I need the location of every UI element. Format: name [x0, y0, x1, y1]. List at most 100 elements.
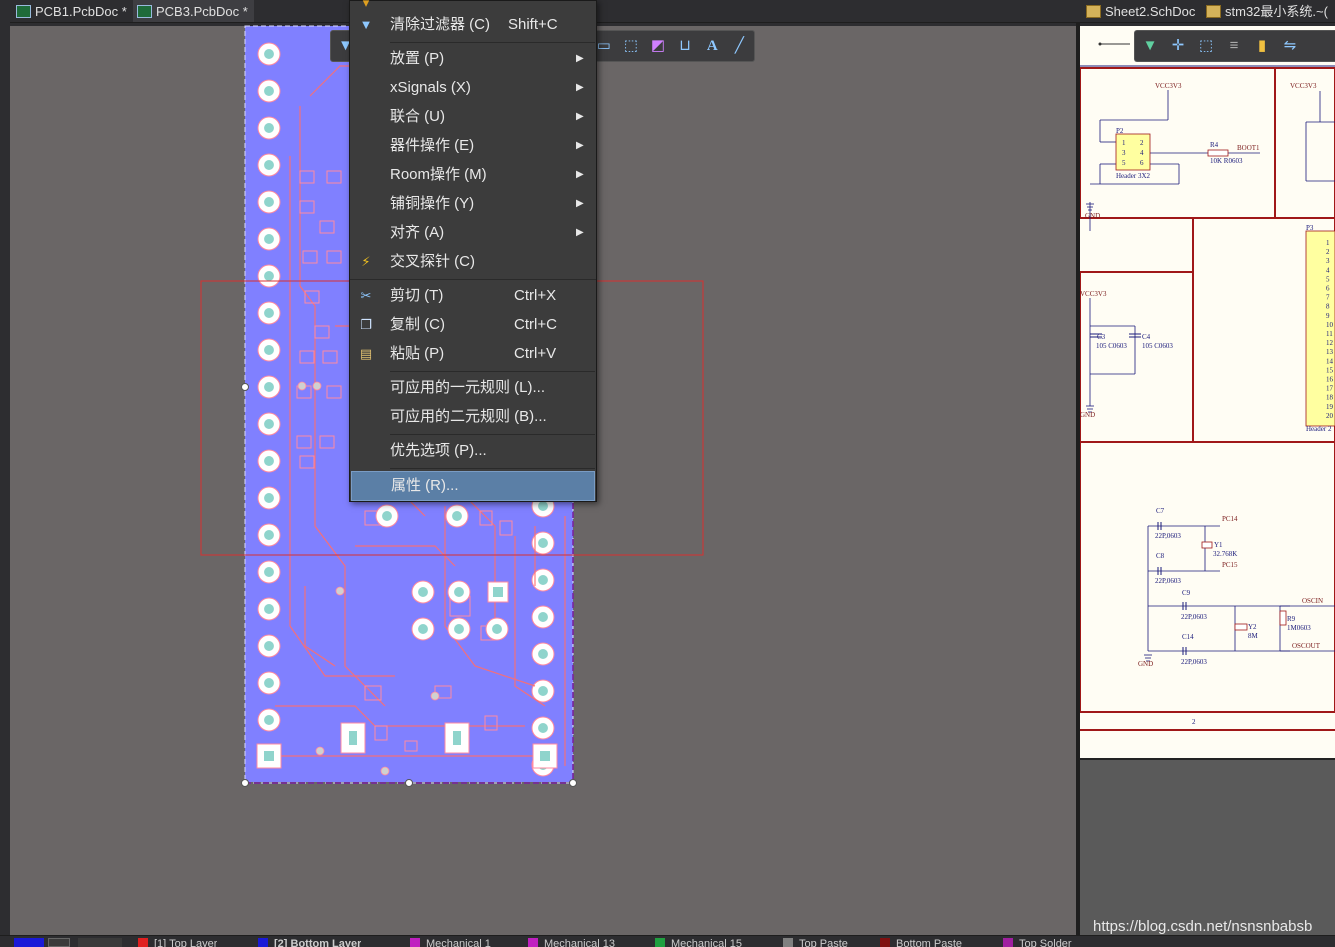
comment-y2: 8M — [1248, 632, 1259, 640]
designator-y2: Y2 — [1248, 623, 1257, 631]
menu-item-shortcut: Ctrl+X — [514, 287, 557, 304]
submenu-arrow-icon: ▶ — [576, 227, 584, 238]
comment-c7: 22P,0603 — [1155, 532, 1181, 540]
pin-number: 14 — [1326, 357, 1334, 365]
menu-item-label: 可应用的二元规则 (B)... — [390, 408, 547, 425]
submenu-arrow-icon: ▶ — [576, 111, 584, 122]
menu-item-component-actions[interactable]: 器件操作 (E) ▶ — [350, 132, 596, 160]
menu-partial-icon: ▾ — [362, 0, 370, 10]
menu-item-room-actions[interactable]: Room操作 (M) ▶ — [350, 161, 596, 189]
comment-y1: 32.768K — [1213, 550, 1237, 558]
schematic-artwork: VCC3V3 VCC3V3 VCC3V3 P2 Header 3X2 1 2 3… — [1080, 42, 1335, 731]
comment-r4: 10K R0603 — [1210, 157, 1243, 165]
designator-p2: P2 — [1116, 127, 1124, 135]
dimension-icon[interactable]: ⊔ — [677, 37, 694, 55]
pin-number: 17 — [1326, 385, 1334, 393]
net-label-oscout: OSCOUT — [1292, 642, 1321, 650]
designator-c8: C8 — [1156, 552, 1165, 560]
designator-r9: R9 — [1287, 615, 1296, 623]
comment-header-3x2: Header 3X2 — [1116, 172, 1151, 180]
menu-item-unary-rules[interactable]: 可应用的一元规则 (L)... — [350, 374, 596, 402]
menu-separator — [390, 468, 595, 469]
menu-item-label: 铺铜操作 (Y) — [390, 195, 475, 212]
pin-number: 12 — [1326, 339, 1334, 347]
net-label-boot1: BOOT1 — [1237, 144, 1260, 152]
net-label-pc15: PC15 — [1222, 561, 1238, 569]
designator-c14: C14 — [1182, 633, 1194, 641]
net-label-vcc3v3: VCC3V3 — [1155, 82, 1182, 90]
schematic-editor-canvas[interactable]: VCC3V3 VCC3V3 VCC3V3 P2 Header 3X2 1 2 3… — [1080, 26, 1335, 935]
place-region-icon[interactable]: ⬚ — [622, 37, 639, 55]
menu-separator — [350, 279, 596, 280]
align-icon[interactable]: ≡ — [1225, 37, 1243, 55]
place-fill-icon[interactable]: ▭ — [595, 37, 612, 55]
menu-item-cross-probe[interactable]: ⚡ 交叉探针 (C) — [350, 248, 596, 276]
move-icon[interactable]: ✛ — [1169, 37, 1187, 55]
menu-item-properties[interactable]: 属性 (R)... — [351, 471, 595, 501]
cut-icon: ✂ — [360, 288, 372, 303]
menu-item-xsignals[interactable]: xSignals (X) ▶ — [350, 74, 596, 102]
menu-item-label: 对齐 (A) — [390, 224, 445, 241]
menu-item-polygon-actions[interactable]: 铺铜操作 (Y) ▶ — [350, 190, 596, 218]
power-port-gnd: GND — [1085, 212, 1100, 220]
schematic-sheet: VCC3V3 VCC3V3 VCC3V3 P2 Header 3X2 1 2 3… — [1080, 26, 1335, 760]
sheet-number: 2 — [1192, 718, 1196, 726]
net-label-oscin: OSCIN — [1302, 597, 1323, 605]
designator-c9: C9 — [1182, 589, 1191, 597]
pin-number: 7 — [1326, 294, 1330, 302]
comment-c9: 22P,0603 — [1181, 613, 1207, 621]
pin-number: 2 — [1140, 139, 1144, 147]
pin-number: 19 — [1326, 403, 1334, 411]
copy-icon: ❐ — [360, 317, 372, 332]
text-icon[interactable]: A — [704, 37, 721, 55]
menu-item-label: 优先选项 (P)... — [390, 442, 487, 459]
pin-number: 1 — [1122, 139, 1126, 147]
submenu-arrow-icon: ▶ — [576, 53, 584, 64]
submenu-arrow-icon: ▶ — [576, 140, 584, 151]
cross-probe-icon: ⚡ — [361, 254, 371, 269]
chart-icon[interactable]: ◩ — [649, 37, 666, 55]
pin-number: 18 — [1326, 394, 1334, 402]
menu-item-label: Room操作 (M) — [390, 166, 487, 183]
filter-icon[interactable]: ▼ — [1141, 37, 1159, 55]
line-icon[interactable]: ╱ — [731, 37, 748, 55]
comment-r9: 1M0603 — [1287, 624, 1311, 632]
menu-item-place[interactable]: 放置 (P) ▶ — [350, 45, 596, 73]
menu-item-copy[interactable]: ❐ 复制 (C) Ctrl+C — [350, 311, 596, 339]
pin-number: 5 — [1326, 275, 1330, 283]
menu-item-union[interactable]: 联合 (U) ▶ — [350, 103, 596, 131]
menu-item-align[interactable]: 对齐 (A) ▶ — [350, 219, 596, 247]
designator-r4: R4 — [1210, 141, 1219, 149]
pin-number: 3 — [1122, 149, 1126, 157]
designator-y1: Y1 — [1214, 541, 1223, 549]
wire-icon[interactable]: ⇋ — [1281, 37, 1299, 55]
pin-number: 2 — [1326, 248, 1330, 256]
net-label-vcc3v3: VCC3V3 — [1080, 290, 1107, 298]
net-label-vcc3v3: VCC3V3 — [1290, 82, 1317, 90]
submenu-arrow-icon: ▶ — [576, 198, 584, 209]
context-menu: ▾ ▼ 清除过滤器 (C) Shift+C 放置 (P) ▶ xSignals … — [349, 0, 597, 502]
designator-p3: P3 — [1306, 224, 1314, 232]
menu-item-binary-rules[interactable]: 可应用的二元规则 (B)... — [350, 403, 596, 431]
menu-item-preferences[interactable]: 优先选项 (P)... — [350, 437, 596, 465]
menu-item-cut[interactable]: ✂ 剪切 (T) Ctrl+X — [350, 282, 596, 310]
menu-item-label: 剪切 (T) — [390, 287, 444, 304]
submenu-arrow-icon: ▶ — [576, 169, 584, 180]
menu-item-label: 复制 (C) — [390, 316, 445, 333]
pin-number: 4 — [1326, 266, 1330, 274]
menu-item-label: 器件操作 (E) — [390, 137, 475, 154]
menu-item-label: 放置 (P) — [390, 50, 445, 67]
menu-item-label: xSignals (X) — [390, 79, 471, 96]
menu-item-clear-filter[interactable]: ▼ 清除过滤器 (C) Shift+C — [350, 11, 596, 39]
place-part-icon[interactable]: ▮ — [1253, 37, 1271, 55]
pin-number: 3 — [1326, 257, 1330, 265]
comment-c8: 22P,0603 — [1155, 577, 1181, 585]
pin-number: 20 — [1326, 412, 1334, 420]
pin-number: 13 — [1326, 348, 1334, 356]
menu-item-paste[interactable]: ▤ 粘贴 (P) Ctrl+V — [350, 340, 596, 368]
comment-header: Header 2 — [1306, 425, 1332, 433]
watermark-text: https://blog.csdn.net/nsnsnbabsb — [1093, 918, 1313, 935]
select-icon[interactable]: ⬚ — [1197, 37, 1215, 55]
pin-number: 8 — [1326, 303, 1330, 311]
menu-item-label: 交叉探针 (C) — [390, 253, 475, 270]
